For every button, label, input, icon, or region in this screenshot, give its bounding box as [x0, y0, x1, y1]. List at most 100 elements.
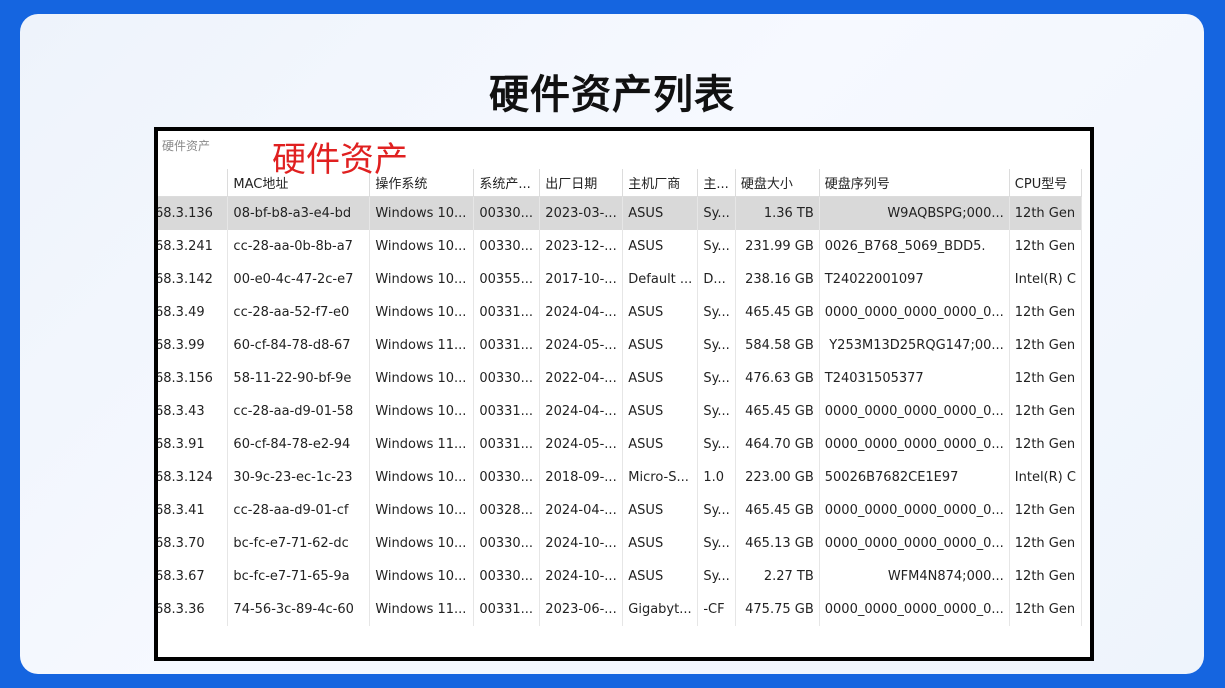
- cell-vendor: Gigabyt...: [622, 593, 699, 626]
- cell-mfg-date: 2023-12-...: [539, 230, 624, 263]
- cell-vendor: ASUS: [622, 527, 699, 560]
- cell-model: Sy...: [697, 494, 736, 527]
- cell-mfg-date: 2024-04-...: [539, 494, 624, 527]
- cell-disk-serial: 0000_0000_0000_0000_0...: [819, 593, 1010, 626]
- cell-mac: cc-28-aa-0b-8b-a7: [227, 230, 371, 263]
- cell-disk-size: 231.99 GB: [735, 230, 820, 263]
- cell-disk-size: 465.45 GB: [735, 494, 820, 527]
- column-header-mac[interactable]: MAC地址: [227, 169, 371, 197]
- column-header-mfg-date[interactable]: 出厂日期: [539, 169, 624, 197]
- cell-model: -CF: [697, 593, 736, 626]
- cell-mfg-date: 2024-05-...: [539, 428, 624, 461]
- cell-mfg-date: 2024-10-...: [539, 560, 624, 593]
- cell-cpu: 12th Gen: [1009, 428, 1083, 461]
- cell-serial: 00330...: [473, 560, 541, 593]
- cell-os: Windows 10...: [369, 560, 475, 593]
- cell-os: Windows 10...: [369, 230, 475, 263]
- cell-os: Windows 10...: [369, 395, 475, 428]
- cell-os: Windows 10...: [369, 461, 475, 494]
- table-row[interactable]: 68.3.67 bc-fc-e7-71-65-9a Windows 10... 003…: [158, 560, 1083, 593]
- cell-cpu: 12th Gen: [1009, 527, 1083, 560]
- column-header-serial[interactable]: 系统产...: [473, 169, 541, 197]
- cell-disk-serial: 0000_0000_0000_0000_0...: [819, 494, 1010, 527]
- table-row[interactable]: 68.3.241 cc-28-aa-0b-8b-a7 Windows 10... 00…: [158, 230, 1083, 263]
- cell-disk-size: 584.58 GB: [735, 329, 820, 362]
- cell-mac: cc-28-aa-d9-01-58: [227, 395, 371, 428]
- table-row[interactable]: 68.3.156 58-11-22-90-bf-9e Windows 10... 00…: [158, 362, 1083, 395]
- cell-mfg-date: 2017-10-...: [539, 263, 624, 296]
- cell-model: Sy...: [697, 230, 736, 263]
- cell-model: Sy...: [697, 395, 736, 428]
- cell-vendor: ASUS: [622, 329, 699, 362]
- cell-mfg-date: 2024-10-...: [539, 527, 624, 560]
- table-row[interactable]: 68.3.43 cc-28-aa-d9-01-58 Windows 10... 003…: [158, 395, 1083, 428]
- asset-window: 硬件资产 硬件资产 MAC地址 操作系统 系统产... 出厂日期 主机厂商 主... 硬盘大…: [154, 127, 1094, 661]
- cell-mac: cc-28-aa-d9-01-cf: [227, 494, 371, 527]
- cell-disk-size: 465.45 GB: [735, 395, 820, 428]
- cell-serial: 00331...: [473, 395, 541, 428]
- table-row[interactable]: 68.3.99 60-cf-84-78-d8-67 Windows 11... 003…: [158, 329, 1083, 362]
- cell-model: Sy...: [697, 428, 736, 461]
- cell-ip: 68.3.142: [158, 263, 229, 296]
- cell-cpu: 12th Gen: [1009, 196, 1083, 230]
- table-row[interactable]: 68.3.36 74-56-3c-89-4c-60 Windows 11... 003…: [158, 593, 1083, 626]
- cell-vendor: ASUS: [622, 560, 699, 593]
- cell-model: D...: [697, 263, 736, 296]
- cell-vendor: ASUS: [622, 196, 699, 230]
- cell-ip: 68.3.156: [158, 362, 229, 395]
- cell-serial: 00331...: [473, 296, 541, 329]
- cell-disk-size: 476.63 GB: [735, 362, 820, 395]
- table-row[interactable]: 68.3.49 cc-28-aa-52-f7-e0 Windows 10... 003…: [158, 296, 1083, 329]
- cell-ip: 68.3.136: [158, 196, 229, 230]
- cell-vendor: ASUS: [622, 395, 699, 428]
- cell-serial: 00330...: [473, 196, 541, 230]
- column-header-disk-serial[interactable]: 硬盘序列号: [819, 169, 1010, 197]
- cell-model: Sy...: [697, 560, 736, 593]
- cell-vendor: Default ...: [622, 263, 699, 296]
- table-row[interactable]: 68.3.142 00-e0-4c-47-2c-e7 Windows 10... 00…: [158, 263, 1083, 296]
- cell-os: Windows 10...: [369, 527, 475, 560]
- cell-cpu: Intel(R) C: [1009, 263, 1083, 296]
- cell-disk-serial: Y253M13D25RQG147;00...: [819, 329, 1010, 362]
- column-header-ip[interactable]: [158, 169, 229, 197]
- cell-mfg-date: 2022-04-...: [539, 362, 624, 395]
- cell-disk-size: 475.75 GB: [735, 593, 820, 626]
- cell-vendor: ASUS: [622, 296, 699, 329]
- cell-vendor: ASUS: [622, 494, 699, 527]
- table-body: 68.3.136 08-bf-b8-a3-e4-bd Windows 10... 00…: [158, 196, 1083, 626]
- slide-card: 硬件资产列表 硬件资产 硬件资产 MAC地址 操作系统 系统产... 出厂日期 主机厂商…: [20, 14, 1204, 674]
- column-header-os[interactable]: 操作系统: [369, 169, 475, 197]
- cell-disk-serial: 0000_0000_0000_0000_0...: [819, 296, 1010, 329]
- cell-disk-serial: 50026B7682CE1E97: [819, 461, 1010, 494]
- hardware-asset-table: MAC地址 操作系统 系统产... 出厂日期 主机厂商 主... 硬盘大小 硬盘序列号 CPU型…: [158, 169, 1083, 626]
- column-header-vendor[interactable]: 主机厂商: [622, 169, 699, 197]
- cell-os: Windows 10...: [369, 362, 475, 395]
- cell-os: Windows 11...: [369, 329, 475, 362]
- column-header-disk-size[interactable]: 硬盘大小: [735, 169, 820, 197]
- cell-ip: 68.3.241: [158, 230, 229, 263]
- cell-model: Sy...: [697, 527, 736, 560]
- table-row[interactable]: 68.3.91 60-cf-84-78-e2-94 Windows 11... 003…: [158, 428, 1083, 461]
- cell-cpu: 12th Gen: [1009, 362, 1083, 395]
- table-header-row: MAC地址 操作系统 系统产... 出厂日期 主机厂商 主... 硬盘大小 硬盘序列号 CPU型…: [158, 169, 1083, 197]
- cell-mac: cc-28-aa-52-f7-e0: [227, 296, 371, 329]
- cell-disk-size: 2.27 TB: [735, 560, 820, 593]
- cell-disk-serial: 0000_0000_0000_0000_0...: [819, 395, 1010, 428]
- table-row[interactable]: 68.3.41 cc-28-aa-d9-01-cf Windows 10... 003…: [158, 494, 1083, 527]
- cell-mfg-date: 2024-04-...: [539, 395, 624, 428]
- cell-mfg-date: 2023-06-...: [539, 593, 624, 626]
- cell-ip: 68.3.70: [158, 527, 229, 560]
- cell-cpu: 12th Gen: [1009, 230, 1083, 263]
- cell-model: Sy...: [697, 362, 736, 395]
- table-row[interactable]: 68.3.136 08-bf-b8-a3-e4-bd Windows 10... 00…: [158, 196, 1083, 230]
- table-row[interactable]: 68.3.70 bc-fc-e7-71-62-dc Windows 10... 003…: [158, 527, 1083, 560]
- cell-model: 1.0: [697, 461, 736, 494]
- cell-serial: 00330...: [473, 527, 541, 560]
- column-header-cpu[interactable]: CPU型号: [1009, 169, 1083, 197]
- column-header-model[interactable]: 主...: [697, 169, 736, 197]
- cell-serial: 00331...: [473, 593, 541, 626]
- cell-mac: 00-e0-4c-47-2c-e7: [227, 263, 371, 296]
- cell-model: Sy...: [697, 329, 736, 362]
- cell-cpu: Intel(R) C: [1009, 461, 1083, 494]
- table-row[interactable]: 68.3.124 30-9c-23-ec-1c-23 Windows 10... 00…: [158, 461, 1083, 494]
